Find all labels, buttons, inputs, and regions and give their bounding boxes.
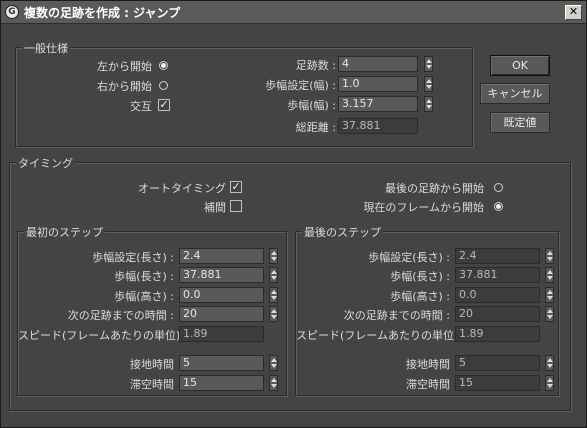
first-stride-param-spinner[interactable]	[269, 248, 278, 264]
last-air-time-field[interactable]: 15	[455, 375, 540, 391]
stride-width-label: 歩幅(幅) :	[287, 99, 336, 112]
last-step-group: 最後のステップ 歩幅設定(長さ) : 2.4 歩幅(長さ) : 37.881 歩…	[295, 224, 559, 396]
first-speed-label: スピード(フレームあたりの単位) :	[18, 329, 188, 342]
close-button[interactable]: ✕	[565, 5, 582, 20]
first-step-group: 最初のステップ 歩幅設定(長さ) : 2.4 歩幅(長さ) : 37.881 歩…	[17, 224, 287, 396]
timing-legend: タイミング	[16, 155, 75, 171]
general-legend: 一般仕様	[22, 40, 70, 56]
dialog-window: G 複数の足跡を作成 : ジャンプ ✕ 一般仕様 左から開始 右から開始 交互 …	[0, 0, 587, 428]
last-stride-length-spinner[interactable]	[545, 267, 554, 283]
first-ground-time-spinner[interactable]	[269, 355, 278, 371]
first-stride-length-spinner[interactable]	[269, 267, 278, 283]
alternate-checkbox[interactable]: ✓	[158, 99, 170, 111]
start-after-last-label: 最後の足跡から開始	[385, 182, 484, 195]
auto-timing-label: オートタイミング	[138, 182, 226, 195]
start-current-frame-radio[interactable]	[494, 202, 503, 211]
first-air-time-spinner[interactable]	[269, 375, 278, 391]
stride-param-width-spinner[interactable]	[424, 76, 433, 92]
first-time-to-next-field[interactable]: 20	[179, 306, 264, 322]
last-ground-time-spinner[interactable]	[545, 355, 554, 371]
start-current-frame-label: 現在のフレームから開始	[363, 201, 484, 214]
first-time-to-next-label: 次の足跡までの時間 :	[67, 309, 174, 322]
app-icon: G	[5, 5, 19, 19]
start-after-last-radio[interactable]	[494, 183, 503, 192]
interpolate-checkbox[interactable]	[230, 200, 242, 212]
footstep-count-label: 足跡数 :	[295, 59, 336, 72]
ok-button[interactable]: OK	[490, 55, 550, 76]
stride-param-width-label: 歩幅設定(幅) :	[265, 79, 336, 92]
last-step-legend: 最後のステップ	[302, 224, 383, 240]
last-speed-field: 1.89	[455, 326, 540, 342]
general-group: 一般仕様 左から開始 右から開始 交互 ✓ 足跡数 : 4 歩幅設定(幅) : …	[15, 40, 473, 147]
cancel-button[interactable]: キャンセル	[480, 83, 550, 104]
last-stride-param-label: 歩幅設定(長さ) :	[368, 251, 450, 264]
title-bar: G 複数の足跡を作成 : ジャンプ ✕	[1, 1, 586, 24]
first-ground-time-label: 接地時間	[130, 358, 174, 371]
stride-width-field[interactable]: 3.157	[338, 96, 418, 112]
last-stride-length-label: 歩幅(長さ) :	[390, 270, 450, 283]
footstep-count-field[interactable]: 4	[338, 56, 418, 72]
auto-timing-checkbox[interactable]: ✓	[230, 181, 242, 193]
first-stride-height-label: 歩幅(高さ) :	[114, 290, 174, 303]
first-stride-height-field[interactable]: 0.0	[179, 287, 264, 303]
first-step-legend: 最初のステップ	[24, 224, 105, 240]
start-left-label: 左から開始	[97, 60, 152, 73]
last-stride-length-field[interactable]: 37.881	[455, 267, 540, 283]
last-stride-param-spinner[interactable]	[545, 248, 554, 264]
start-right-radio[interactable]	[159, 81, 168, 90]
timing-group: タイミング オートタイミング ✓ 補間 最後の足跡から開始 現在のフレームから開…	[9, 155, 571, 411]
first-stride-param-field[interactable]: 2.4	[179, 248, 264, 264]
last-ground-time-field[interactable]: 5	[455, 355, 540, 371]
interpolate-label: 補間	[204, 201, 226, 214]
last-stride-height-spinner[interactable]	[545, 287, 554, 303]
first-stride-height-spinner[interactable]	[269, 287, 278, 303]
last-air-time-label: 滞空時間	[406, 378, 450, 391]
footstep-count-spinner[interactable]	[424, 56, 433, 72]
last-stride-height-label: 歩幅(高さ) :	[390, 290, 450, 303]
first-stride-length-label: 歩幅(長さ) :	[114, 270, 174, 283]
stride-width-spinner[interactable]	[424, 96, 433, 112]
total-distance-label: 総距離 :	[295, 121, 336, 134]
last-time-to-next-field[interactable]: 20	[455, 306, 540, 322]
total-distance-field: 37.881	[338, 118, 418, 134]
stride-param-width-field[interactable]: 1.0	[338, 76, 418, 92]
last-ground-time-label: 接地時間	[406, 358, 450, 371]
last-air-time-spinner[interactable]	[545, 375, 554, 391]
first-ground-time-field[interactable]: 5	[179, 355, 264, 371]
start-left-radio[interactable]	[159, 61, 168, 70]
first-speed-field: 1.89	[179, 326, 264, 342]
last-time-to-next-spinner[interactable]	[545, 306, 554, 322]
first-air-time-field[interactable]: 15	[179, 375, 264, 391]
defaults-button[interactable]: 既定値	[490, 112, 550, 133]
first-air-time-label: 滞空時間	[130, 378, 174, 391]
window-title: 複数の足跡を作成 : ジャンプ	[24, 5, 181, 20]
alternate-label: 交互	[130, 100, 152, 113]
first-time-to-next-spinner[interactable]	[269, 306, 278, 322]
last-stride-height-field[interactable]: 0.0	[455, 287, 540, 303]
first-stride-param-label: 歩幅設定(長さ) :	[92, 251, 174, 264]
last-time-to-next-label: 次の足跡までの時間 :	[343, 309, 450, 322]
last-stride-param-field[interactable]: 2.4	[455, 248, 540, 264]
last-speed-label: スピード(フレームあたりの単位) :	[296, 329, 466, 342]
first-stride-length-field[interactable]: 37.881	[179, 267, 264, 283]
start-right-label: 右から開始	[97, 80, 152, 93]
